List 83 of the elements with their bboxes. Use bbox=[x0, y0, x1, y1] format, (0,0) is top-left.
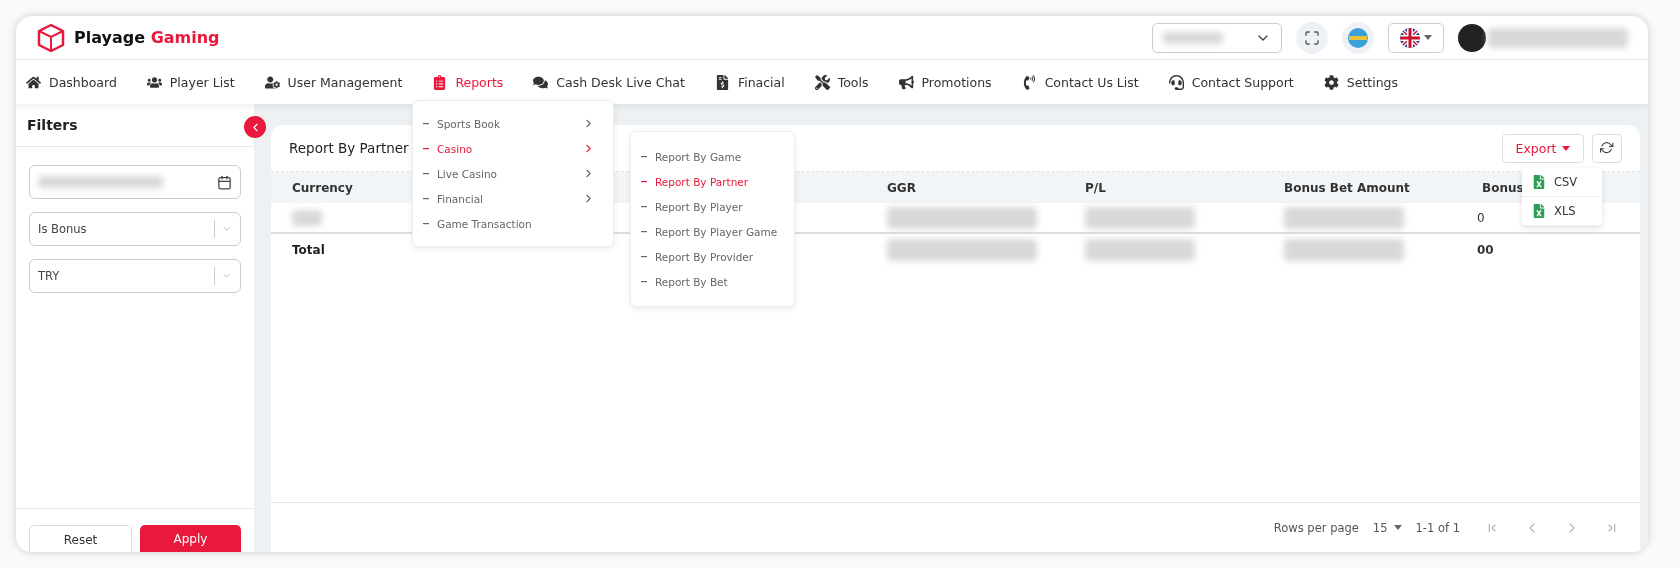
nav-item[interactable]: Contact Us List bbox=[1021, 74, 1139, 90]
nav-item[interactable]: Dashboard bbox=[26, 74, 117, 90]
filter-select[interactable]: TRY bbox=[29, 259, 241, 293]
blurred-text bbox=[1163, 31, 1223, 44]
column-header: P/L bbox=[1085, 180, 1106, 195]
dash-icon bbox=[641, 255, 647, 258]
nav-item[interactable]: Promotions bbox=[898, 74, 992, 90]
table-cell: 0 bbox=[1477, 210, 1485, 225]
nav-item[interactable]: Player List bbox=[146, 74, 235, 90]
nav-item[interactable]: Reports bbox=[432, 74, 504, 90]
menu-item[interactable]: Live Casino bbox=[413, 161, 613, 186]
spreadsheet-file-icon bbox=[1532, 175, 1546, 189]
phone-icon bbox=[1021, 74, 1037, 90]
language-button[interactable] bbox=[1388, 22, 1444, 53]
column-header: GGR bbox=[887, 180, 916, 195]
reset-button[interactable]: Reset bbox=[29, 525, 132, 552]
cube-logo-icon bbox=[36, 22, 66, 53]
chat-icon bbox=[533, 74, 549, 90]
avatar[interactable] bbox=[1458, 23, 1486, 52]
megaphone-icon bbox=[898, 74, 914, 90]
dash-icon bbox=[641, 180, 647, 183]
column-header: Bonus bbox=[1482, 180, 1524, 195]
column-header: Currency bbox=[292, 180, 353, 195]
brand-name: Playage Gaming bbox=[74, 28, 220, 47]
menu-item[interactable]: Report By Game bbox=[631, 144, 794, 169]
export-option[interactable]: XLS bbox=[1522, 197, 1602, 226]
invoice-icon bbox=[714, 74, 730, 90]
total-label: Total bbox=[292, 242, 325, 257]
fullscreen-button[interactable] bbox=[1296, 21, 1328, 54]
column-header: Bonus Bet Amount bbox=[1284, 180, 1410, 195]
menu-item[interactable]: Game Transaction bbox=[413, 211, 613, 236]
nav-item[interactable]: Finacial bbox=[714, 74, 785, 90]
blurred-text bbox=[292, 209, 322, 226]
menu-item[interactable]: Casino bbox=[413, 136, 613, 161]
caret-down-icon bbox=[1424, 35, 1432, 40]
rows-per-page-select[interactable]: 15 bbox=[1372, 520, 1402, 535]
nav-item[interactable]: Settings bbox=[1323, 74, 1399, 90]
menu-item[interactable]: Report By Player Game bbox=[631, 219, 794, 244]
clipboard-icon bbox=[432, 74, 448, 90]
refresh-icon bbox=[1600, 141, 1614, 155]
menu-item[interactable]: Report By Partner bbox=[631, 169, 794, 194]
menu-item[interactable]: Report By Bet bbox=[631, 269, 794, 294]
fullscreen-icon bbox=[1304, 29, 1320, 46]
apply-button[interactable]: Apply bbox=[140, 525, 241, 552]
nav-item[interactable]: Cash Desk Live Chat bbox=[533, 74, 685, 90]
calendar-icon bbox=[217, 174, 232, 190]
people-icon bbox=[146, 74, 162, 90]
menu-item[interactable]: Financial bbox=[413, 186, 613, 211]
site-select[interactable] bbox=[1152, 22, 1282, 53]
user-gear-icon bbox=[264, 74, 280, 90]
filter-select[interactable]: Is Bonus bbox=[29, 212, 241, 246]
dash-icon bbox=[423, 222, 429, 225]
menu-item[interactable]: Report By Provider bbox=[631, 244, 794, 269]
caret-down-icon bbox=[1562, 145, 1571, 151]
tools-icon bbox=[814, 74, 830, 90]
flag-icon bbox=[1400, 27, 1420, 48]
nav-item[interactable]: Tools bbox=[814, 74, 869, 90]
menu-item[interactable]: Sports Book bbox=[413, 111, 613, 136]
dash-icon bbox=[423, 172, 429, 175]
export-button[interactable]: Export bbox=[1502, 133, 1584, 163]
settings-icon bbox=[1323, 74, 1339, 90]
dash-icon bbox=[641, 230, 647, 233]
dash-icon bbox=[423, 197, 429, 200]
headset-icon bbox=[1168, 74, 1184, 90]
report-title: Report By Partner bbox=[289, 140, 409, 156]
table-cell: 00 bbox=[1477, 242, 1494, 257]
dash-icon bbox=[423, 147, 429, 150]
refresh-button[interactable] bbox=[1592, 133, 1622, 163]
house-icon bbox=[26, 74, 41, 90]
caret-down-icon bbox=[1393, 525, 1402, 530]
rows-per-page-label: Rows per page bbox=[1273, 520, 1359, 535]
nav-item[interactable]: User Management bbox=[264, 74, 403, 90]
globe-button[interactable] bbox=[1342, 21, 1374, 54]
dash-icon bbox=[641, 280, 647, 283]
nav-item[interactable]: Contact Support bbox=[1168, 74, 1294, 90]
page-range: 1-1 of 1 bbox=[1415, 520, 1460, 535]
spreadsheet-file-icon bbox=[1532, 204, 1546, 218]
dash-icon bbox=[641, 155, 647, 158]
date-field[interactable] bbox=[29, 165, 241, 199]
menu-item[interactable]: Report By Player bbox=[631, 194, 794, 219]
collapse-button[interactable] bbox=[244, 116, 266, 138]
dash-icon bbox=[641, 205, 647, 208]
globe-icon bbox=[1347, 26, 1369, 49]
